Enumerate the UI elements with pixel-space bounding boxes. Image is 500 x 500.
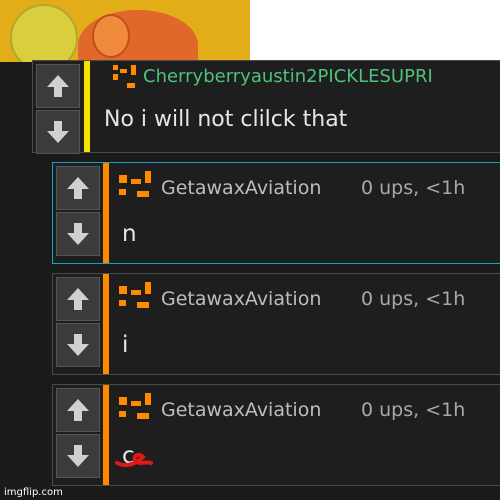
- arrow-down-icon: [47, 121, 69, 143]
- downvote-button[interactable]: [56, 434, 100, 478]
- reply-username[interactable]: GetawaxAviation: [161, 399, 321, 421]
- arrow-up-icon: [47, 75, 69, 97]
- tennis-ball-shape: [10, 4, 78, 62]
- comment-card: Cherryberryaustin2PICKLESUPRI No i will …: [32, 60, 500, 154]
- reply-card: GetawaxAviation 0 ups, <1h c: [52, 384, 500, 486]
- avatar[interactable]: [119, 171, 153, 199]
- reply-meta: 0 ups, <1h: [361, 399, 466, 421]
- ear-shape: [92, 14, 130, 58]
- arrow-down-icon: [67, 445, 89, 467]
- reply-body: n: [122, 221, 137, 247]
- arrow-up-icon: [67, 399, 89, 421]
- upvote-button[interactable]: [56, 166, 100, 210]
- comment-body: No i will not clilck that: [104, 107, 348, 132]
- reaction-image: [0, 0, 250, 62]
- reply-accent-bar: [103, 274, 109, 374]
- top-image-strip: [0, 0, 500, 62]
- downvote-button[interactable]: [56, 323, 100, 367]
- reply-meta: 0 ups, <1h: [361, 288, 466, 310]
- watermark: imgflip.com: [4, 487, 63, 498]
- reply-username[interactable]: GetawaxAviation: [161, 288, 321, 310]
- reply-username[interactable]: GetawaxAviation: [161, 177, 321, 199]
- reply-card: GetawaxAviation 0 ups, <1h i: [52, 273, 500, 375]
- upvote-button[interactable]: [36, 64, 80, 108]
- downvote-button[interactable]: [56, 212, 100, 256]
- arrow-up-icon: [67, 288, 89, 310]
- comment-accent-bar: [84, 61, 90, 152]
- comment-username[interactable]: Cherryberryaustin2PICKLESUPRI: [143, 66, 433, 87]
- red-scribble-mark: [115, 452, 153, 467]
- upvote-button[interactable]: [56, 277, 100, 321]
- reply-accent-bar: [103, 385, 109, 485]
- downvote-button[interactable]: [36, 110, 80, 154]
- reply-card: GetawaxAviation 0 ups, <1h n: [52, 162, 500, 264]
- avatar[interactable]: [113, 65, 137, 89]
- arrow-down-icon: [67, 334, 89, 356]
- avatar[interactable]: [119, 282, 153, 310]
- arrow-up-icon: [67, 177, 89, 199]
- upvote-button[interactable]: [56, 388, 100, 432]
- avatar[interactable]: [119, 393, 153, 421]
- arrow-down-icon: [67, 223, 89, 245]
- reply-accent-bar: [103, 163, 109, 263]
- reply-meta: 0 ups, <1h: [361, 177, 466, 199]
- reply-body: i: [122, 332, 129, 358]
